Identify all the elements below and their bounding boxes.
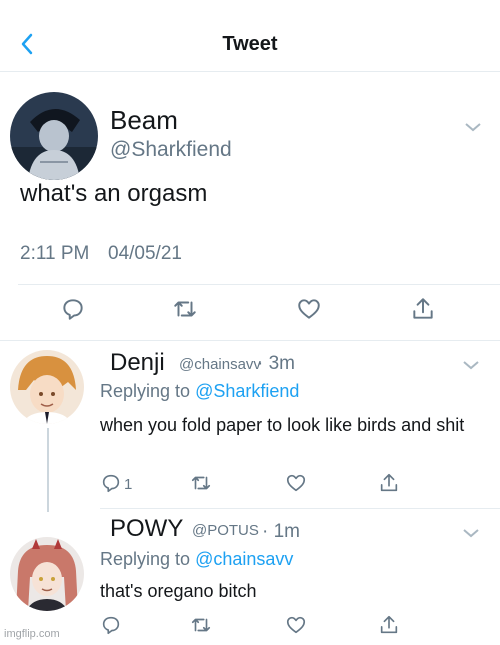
header: Tweet bbox=[0, 0, 500, 72]
like-icon[interactable] bbox=[285, 614, 307, 636]
chevron-down-icon[interactable] bbox=[462, 358, 480, 370]
reply-icon[interactable] bbox=[100, 472, 122, 494]
mention-link[interactable]: @chainsavv bbox=[195, 549, 293, 569]
retweet-icon[interactable] bbox=[172, 296, 198, 322]
user-handle[interactable]: @Sharkfiend bbox=[110, 138, 232, 162]
page-title: Tweet bbox=[222, 33, 278, 55]
user-handle[interactable]: @chainsavv bbox=[179, 356, 261, 373]
avatar[interactable] bbox=[10, 537, 84, 611]
replying-to: Replying to @chainsavv bbox=[100, 549, 294, 569]
display-name[interactable]: Beam bbox=[110, 105, 178, 136]
mention-link[interactable]: @Sharkfiend bbox=[195, 381, 299, 401]
thread-line bbox=[47, 428, 49, 512]
like-icon[interactable] bbox=[296, 296, 322, 322]
reply-count: 1 bbox=[124, 476, 133, 493]
share-icon[interactable] bbox=[410, 296, 436, 322]
retweet-icon[interactable] bbox=[190, 614, 212, 636]
reply-tweet: Denji @chainsavv · 3m Replying to @Shark… bbox=[0, 342, 500, 512]
tweet-text: when you fold paper to look like birds a… bbox=[100, 415, 465, 435]
display-name[interactable]: Denji bbox=[110, 349, 165, 377]
watermark: imgflip.com bbox=[4, 628, 60, 640]
reply-icon[interactable] bbox=[100, 614, 122, 636]
tweet-date: 04/05/21 bbox=[108, 243, 182, 264]
divider bbox=[18, 284, 500, 285]
main-tweet: Beam @Sharkfiend what's an orgasm 2:11 P… bbox=[0, 72, 500, 342]
display-name[interactable]: POWY bbox=[110, 515, 183, 543]
chevron-down-icon[interactable] bbox=[464, 120, 482, 132]
tweet-text: what's an orgasm bbox=[20, 180, 208, 207]
retweet-icon[interactable] bbox=[190, 472, 212, 494]
tweet-time: 2:11 PM bbox=[20, 243, 90, 264]
share-icon[interactable] bbox=[378, 614, 400, 636]
tweet-text: that's oregano bitch bbox=[100, 581, 257, 601]
like-icon[interactable] bbox=[285, 472, 307, 494]
avatar[interactable] bbox=[10, 92, 98, 180]
reply-icon[interactable] bbox=[60, 296, 86, 322]
avatar[interactable] bbox=[10, 350, 84, 424]
replying-to: Replying to @Sharkfiend bbox=[100, 381, 300, 401]
reply-tweet: POWY @POTUS · 1m Replying to @chainsavv … bbox=[0, 510, 500, 645]
reply-time: · 1m bbox=[262, 521, 300, 542]
user-handle[interactable]: @POTUS bbox=[192, 522, 259, 539]
divider bbox=[100, 508, 500, 509]
reply-time: · 3m bbox=[257, 353, 295, 374]
divider bbox=[0, 340, 500, 341]
chevron-down-icon[interactable] bbox=[462, 526, 480, 538]
share-icon[interactable] bbox=[378, 472, 400, 494]
